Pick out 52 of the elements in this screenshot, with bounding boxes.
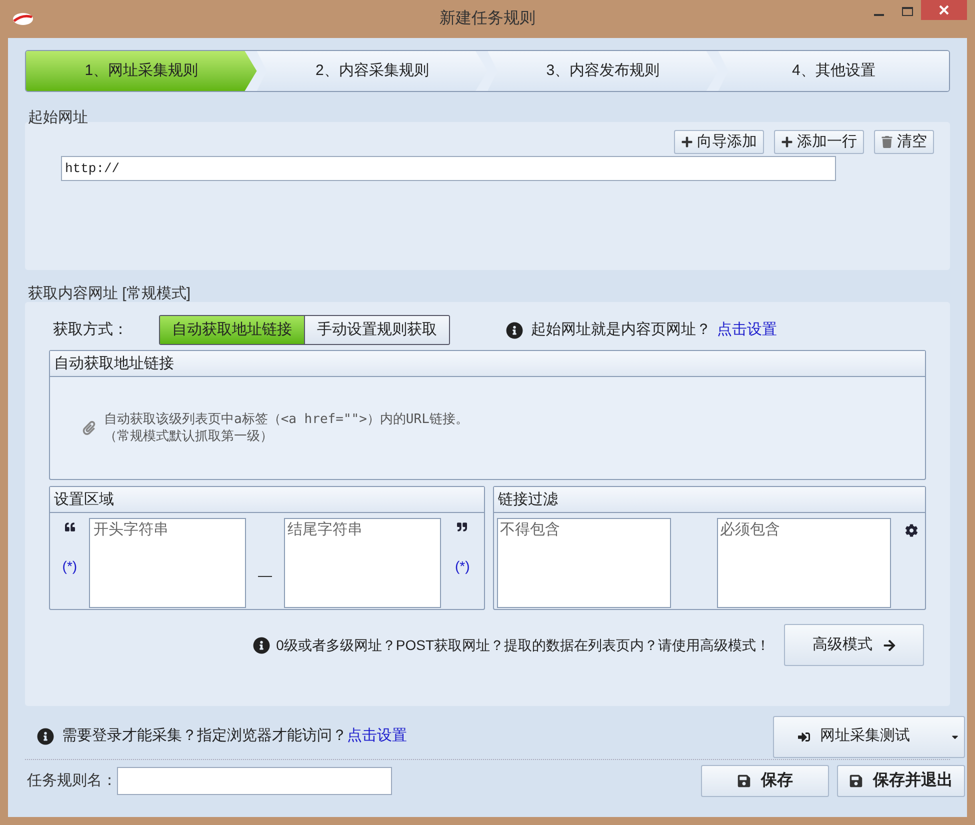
wildcard-marker: (*) [62, 557, 78, 576]
plus-icon [781, 136, 793, 148]
paperclip-icon [82, 421, 96, 435]
include-field[interactable]: 必须包含 [717, 518, 891, 608]
plus-icon [681, 136, 693, 148]
info-icon [37, 728, 54, 745]
settings-icon[interactable] [905, 524, 918, 537]
close-button[interactable] [921, 0, 967, 20]
panel-header: 链接过滤 [494, 487, 925, 513]
info-icon [506, 322, 523, 338]
app-logo-icon [12, 12, 34, 26]
sign-in-icon [798, 730, 810, 742]
method-label: 获取方式： [53, 320, 129, 340]
toolbar-button[interactable]: 向导添加 [674, 130, 764, 154]
settings-link[interactable]: 点击设置 [717, 318, 777, 342]
description-text: （常规模式默认抓取第一级） [104, 428, 274, 445]
url-field[interactable]: http:// [61, 156, 836, 181]
hint-text: 起始网址就是内容页网址？ [531, 320, 711, 340]
quote-left-icon [64, 522, 75, 532]
toolbar-button[interactable]: 添加一行 [774, 130, 864, 154]
advanced-mode-button[interactable]: 高级模式 [784, 624, 924, 666]
arrow-right-icon [882, 638, 896, 652]
rule-name-field[interactable] [117, 767, 392, 795]
panel-header: 设置区域 [50, 487, 484, 513]
separator-dash: — [258, 566, 272, 584]
step-tab[interactable]: 3、内容发布规则 [488, 51, 718, 91]
advanced-hint-text: 0级或者多级网址？POST获取网址？提取的数据在列表页内？请使用高级模式！ [276, 636, 770, 654]
test-button[interactable]: 网址采集测试 [773, 716, 965, 758]
save-button[interactable]: 保存并退出 [837, 765, 965, 797]
section-title: 获取内容网址 [常规模式] [27, 284, 192, 304]
step-tab[interactable]: 4、其他设置 [718, 51, 949, 91]
exclude-field[interactable]: 不得包含 [497, 518, 671, 608]
login-hint-text: 需要登录才能采集？指定浏览器才能访问？ [62, 726, 347, 746]
save-button[interactable]: 保存 [701, 765, 829, 797]
window-title: 新建任务规则 [440, 8, 536, 29]
info-icon [253, 636, 270, 654]
name-label: 任务规则名： [26, 770, 117, 791]
wildcard-marker: (*) [454, 557, 470, 576]
start-string-field[interactable]: 开头字符串 [89, 518, 246, 608]
panel-header: 自动获取地址链接 [50, 351, 925, 377]
step-tab[interactable]: 1、网址采集规则 [26, 51, 257, 91]
end-string-field[interactable]: 结尾字符串 [284, 518, 441, 608]
settings-link[interactable]: 点击设置 [347, 725, 407, 748]
quote-right-icon [457, 522, 468, 532]
description-text: 自动获取该级列表页中a标签（<a href="">）内的URL链接。 [104, 411, 468, 428]
step-tab[interactable]: 2、内容采集规则 [256, 51, 488, 91]
method-toggle[interactable]: 自动获取地址链接 [160, 316, 304, 344]
method-toggle[interactable]: 手动设置规则获取 [304, 316, 449, 344]
trash-icon [881, 136, 893, 148]
close-icon [939, 5, 949, 15]
toolbar-button[interactable]: 清空 [874, 130, 934, 154]
section-title: 起始网址 [27, 108, 89, 128]
